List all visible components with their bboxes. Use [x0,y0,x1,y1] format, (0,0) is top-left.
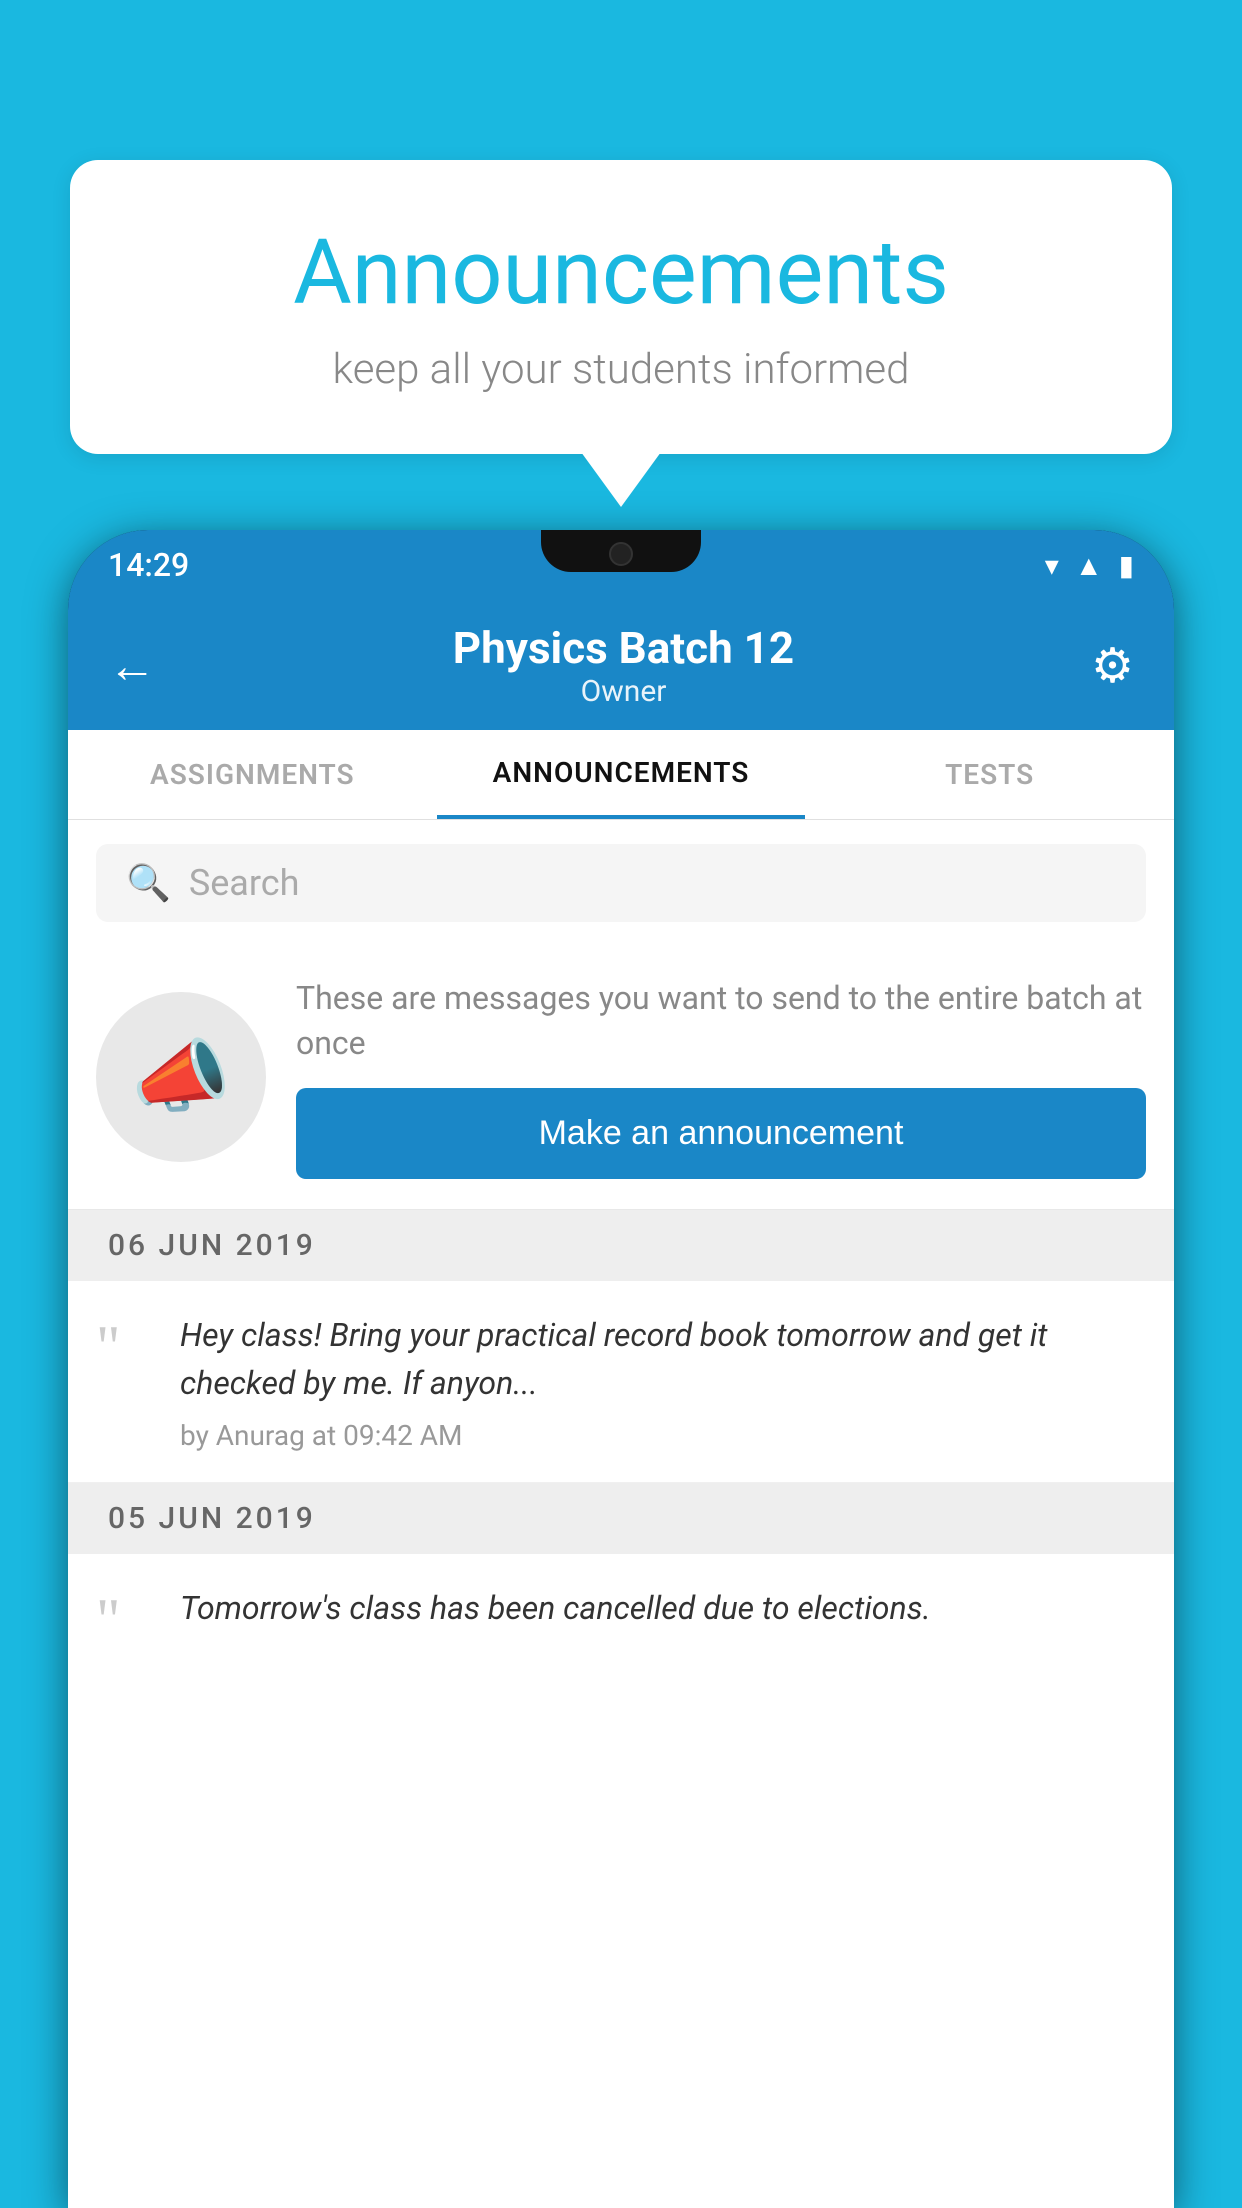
speech-bubble: Announcements keep all your students inf… [70,160,1172,454]
date-separator-1: 06 JUN 2019 [68,1210,1174,1281]
announcement-item-1: " Hey class! Bring your practical record… [68,1281,1174,1483]
tab-assignments[interactable]: ASSIGNMENTS [68,730,437,819]
signal-icon: ▲ [1075,549,1103,582]
tab-tests[interactable]: TESTS [805,730,1174,819]
quote-icon-1: " [96,1317,156,1377]
intro-section: Announcements keep all your students inf… [70,160,1172,507]
status-icons: ▾ ▲ ▮ [1045,549,1134,582]
announcement-item-2: " Tomorrow's class has been cancelled du… [68,1554,1174,1680]
speech-bubble-tail [581,452,661,507]
make-announcement-button[interactable]: Make an announcement [296,1088,1146,1179]
announcement-content-2: Tomorrow's class has been cancelled due … [180,1584,1146,1644]
app-header: ← Physics Batch 12 Owner ⚙ [68,600,1174,730]
date-separator-2: 05 JUN 2019 [68,1483,1174,1554]
announcement-message-1: Hey class! Bring your practical record b… [180,1311,1146,1407]
bubble-subtitle: keep all your students informed [150,345,1092,394]
prompt-description: These are messages you want to send to t… [296,976,1146,1066]
search-placeholder: Search [189,862,300,904]
quote-icon-2: " [96,1590,156,1650]
megaphone-circle: 📣 [96,992,266,1162]
search-icon: 🔍 [126,862,171,904]
phone-frame: 14:29 ▾ ▲ ▮ ← Physics Batch 12 Owner ⚙ A… [68,530,1174,2208]
tab-announcements[interactable]: ANNOUNCEMENTS [437,730,806,819]
announcement-author-1: by Anurag at 09:42 AM [180,1419,1146,1452]
status-time: 14:29 [108,546,189,584]
wifi-icon: ▾ [1045,549,1059,582]
camera [609,542,633,566]
megaphone-icon: 📣 [131,1030,231,1124]
battery-icon: ▮ [1119,549,1134,582]
bubble-title: Announcements [150,220,1092,325]
batch-title: Physics Batch 12 [453,622,794,674]
back-button[interactable]: ← [108,637,156,694]
prompt-right: These are messages you want to send to t… [296,976,1146,1179]
content-area: 🔍 Search 📣 These are messages you want t… [68,820,1174,2208]
settings-button[interactable]: ⚙ [1091,637,1134,694]
search-bar[interactable]: 🔍 Search [96,844,1146,922]
announcement-prompt: 📣 These are messages you want to send to… [68,946,1174,1210]
tab-bar: ASSIGNMENTS ANNOUNCEMENTS TESTS [68,730,1174,820]
batch-role: Owner [453,674,794,709]
header-center: Physics Batch 12 Owner [453,622,794,709]
announcement-content-1: Hey class! Bring your practical record b… [180,1311,1146,1452]
phone-notch [541,530,701,572]
announcement-message-2: Tomorrow's class has been cancelled due … [180,1584,1146,1632]
